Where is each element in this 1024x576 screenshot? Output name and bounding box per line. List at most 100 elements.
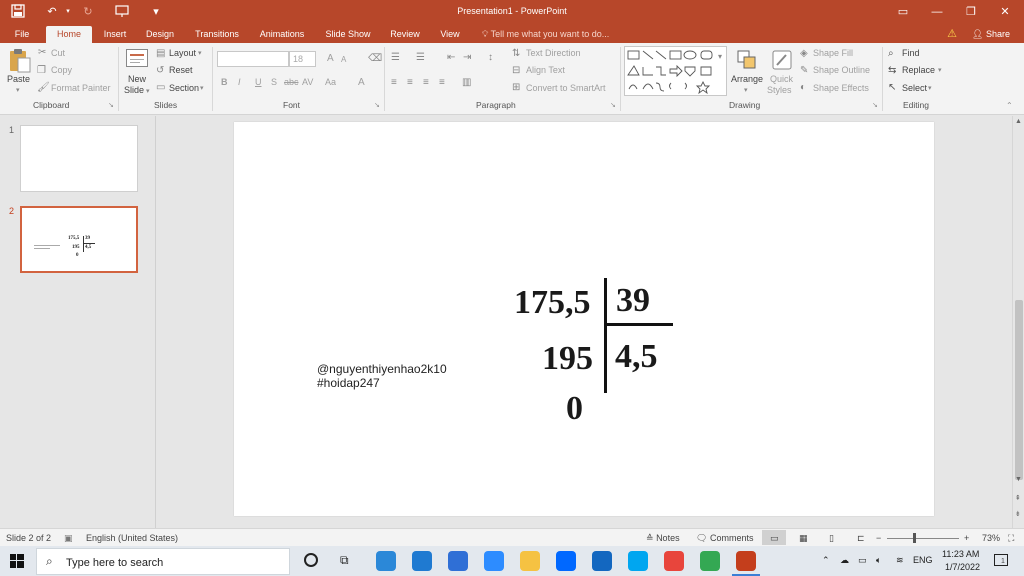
zalo-icon[interactable] (556, 551, 576, 571)
cortana-icon[interactable] (304, 553, 318, 567)
font-size-input[interactable]: 18 (289, 51, 316, 67)
mail-icon[interactable] (592, 551, 612, 571)
new-slide-button[interactable]: New (128, 74, 146, 85)
taskbar-search-input[interactable]: ⌕ Type here to search (36, 548, 290, 575)
paste-dropdown-icon[interactable]: ▾ (16, 85, 20, 96)
arrange-icon[interactable] (736, 49, 758, 71)
zoom-level[interactable]: 73% (982, 533, 1000, 543)
quick-styles-icon[interactable] (771, 49, 793, 71)
tab-animations[interactable]: Animations (254, 27, 310, 43)
tab-transitions[interactable]: Transitions (190, 27, 244, 43)
cloud-icon[interactable]: ☁ (840, 555, 849, 566)
underline-button[interactable]: U (255, 77, 262, 88)
decrease-font-icon[interactable]: A (341, 54, 346, 65)
skype-icon[interactable] (628, 551, 648, 571)
clipboard-launcher-icon[interactable]: ↘ (108, 100, 114, 111)
gallery-more-icon[interactable]: ▾ (718, 51, 722, 62)
close-icon[interactable]: ✕ (988, 0, 1022, 24)
task-view-icon[interactable]: ⧉ (340, 553, 349, 568)
reading-view-icon[interactable]: ▯ (829, 533, 834, 544)
zoom-in-icon[interactable]: + (964, 533, 969, 543)
tray-expand-icon[interactable]: ⌃ (822, 555, 830, 566)
watermark-username[interactable]: @nguyenthiyenhao2k10 (317, 362, 447, 376)
zoom-out-icon[interactable]: − (876, 533, 881, 543)
fit-slide-icon[interactable]: ⛶ (1008, 533, 1014, 544)
slideshow-icon[interactable]: ⊏ (857, 533, 865, 544)
minimize-icon[interactable]: — (920, 0, 954, 24)
next-slide-icon[interactable]: ⇟ (1015, 510, 1021, 518)
cut-button[interactable]: Cut (51, 48, 65, 59)
bold-button[interactable]: B (221, 77, 228, 88)
comments-button[interactable]: 🗨︎ Comments (696, 533, 753, 544)
tab-insert[interactable]: Insert (98, 27, 132, 43)
paste-icon[interactable] (8, 48, 32, 74)
ribbon-display-icon[interactable]: ▭ (886, 0, 920, 24)
font-launcher-icon[interactable]: ↘ (374, 100, 380, 111)
divisor[interactable]: 39 (616, 284, 650, 318)
strikethrough-button[interactable]: abc (284, 77, 299, 88)
align-text-button[interactable]: Align Text (526, 65, 565, 76)
notes-button[interactable]: ≙ Notes (646, 533, 680, 544)
decrease-indent-icon[interactable]: ⇤ (447, 52, 455, 63)
align-center-icon[interactable]: ≡ (407, 77, 413, 88)
watermark-hashtag[interactable]: #hoidap247 (317, 376, 380, 390)
share-button[interactable]: 👤︎ Share (972, 27, 1010, 41)
paste-button[interactable]: Paste (7, 74, 30, 85)
align-left-icon[interactable]: ≡ (391, 77, 397, 88)
volume-icon[interactable]: 🔈︎ (876, 555, 881, 566)
new-slide-icon[interactable] (126, 49, 148, 67)
vertical-scrollbar[interactable]: ▲ ▼ ⇞ ⇟ (1012, 116, 1024, 528)
columns-icon[interactable]: ▥ (462, 77, 471, 88)
zoom-icon[interactable] (484, 551, 504, 571)
justify-icon[interactable]: ≡ (439, 77, 445, 88)
new-slide-dropdown-icon[interactable]: ▾ (146, 86, 150, 97)
section-dropdown-icon[interactable]: ▾ (200, 83, 204, 94)
layout-button[interactable]: Layout (169, 48, 196, 59)
new-slide-label[interactable]: Slide (124, 85, 144, 96)
dividend[interactable]: 175,5 (514, 286, 591, 320)
shape-effects-button[interactable]: Shape Effects (813, 83, 869, 94)
clear-formatting-icon[interactable]: ⌫ (368, 53, 382, 64)
chrome-icon[interactable] (664, 551, 684, 571)
section-button[interactable]: Section (169, 83, 199, 94)
align-right-icon[interactable]: ≡ (423, 77, 429, 88)
paragraph-launcher-icon[interactable]: ↘ (610, 100, 616, 111)
chrome-profile-icon[interactable] (700, 551, 720, 571)
font-color-button[interactable]: A (358, 77, 365, 88)
clock-date[interactable]: 1/7/2022 (945, 562, 980, 572)
quick-styles-button[interactable]: Quick (770, 74, 793, 85)
numbering-icon[interactable]: ☰ (416, 52, 425, 63)
clock-time[interactable]: 11:23 AM (942, 549, 979, 559)
bullets-icon[interactable]: ☰ (391, 52, 400, 63)
slide-canvas[interactable]: @nguyenthiyenhao2k10 #hoidap247 175,5 39… (234, 122, 934, 516)
format-painter-button[interactable]: Format Painter (51, 83, 111, 94)
warning-icon[interactable]: ⚠ (944, 26, 960, 42)
powerpoint-icon[interactable] (736, 551, 756, 571)
character-spacing-button[interactable]: AV (302, 77, 313, 88)
shadow-button[interactable]: S (271, 77, 277, 88)
partial-result[interactable]: 195 (542, 342, 593, 376)
italic-button[interactable]: I (238, 77, 241, 88)
spellcheck-icon[interactable]: ▣ (64, 533, 73, 544)
notification-icon[interactable]: 1 (994, 554, 1008, 566)
previous-slide-icon[interactable]: ⇞ (1015, 494, 1021, 502)
store-icon[interactable] (448, 551, 468, 571)
remainder[interactable]: 0 (566, 392, 583, 426)
wifi-icon[interactable]: ≋ (896, 555, 904, 566)
arrange-button[interactable]: Arrange (731, 74, 763, 85)
replace-button[interactable]: Replace (902, 65, 935, 76)
quick-styles-label[interactable]: Styles (767, 85, 792, 96)
font-name-input[interactable] (217, 51, 289, 67)
select-button[interactable]: Select (902, 83, 927, 94)
tab-file[interactable]: File (8, 27, 36, 43)
scrollbar-thumb[interactable] (1015, 300, 1023, 480)
quotient[interactable]: 4,5 (615, 340, 658, 374)
slide-thumbnail-1[interactable] (20, 125, 138, 192)
windows-start-icon[interactable] (10, 554, 24, 570)
increase-indent-icon[interactable]: ⇥ (463, 52, 471, 63)
tab-design[interactable]: Design (140, 27, 180, 43)
scroll-up-icon[interactable]: ▲ (1015, 118, 1022, 125)
tell-me-box[interactable]: 💡︎ Tell me what you want to do... (482, 27, 609, 41)
language-indicator[interactable]: English (United States) (86, 533, 178, 543)
tab-view[interactable]: View (434, 27, 466, 43)
